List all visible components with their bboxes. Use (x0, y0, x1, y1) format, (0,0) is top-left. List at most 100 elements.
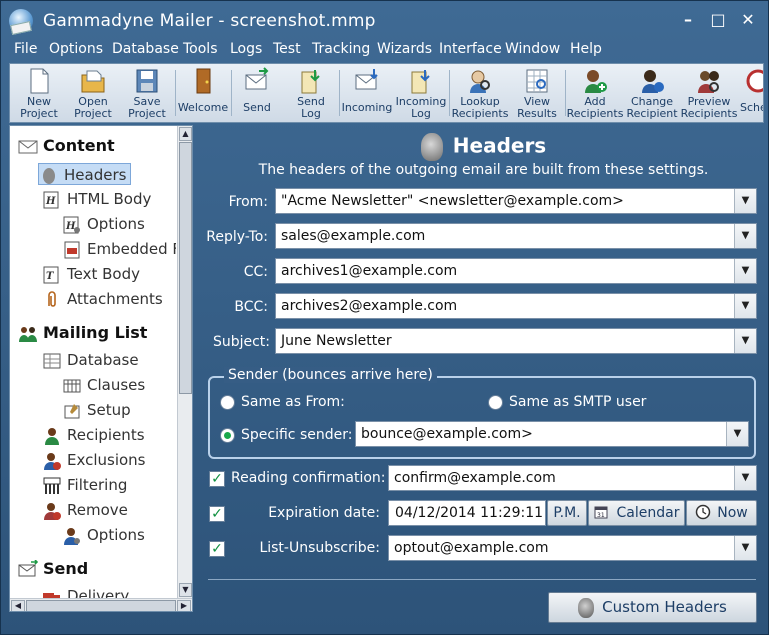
scroll-thumb[interactable] (179, 142, 192, 394)
chevron-down-icon[interactable]: ▼ (726, 422, 748, 446)
chevron-down-icon[interactable]: ▼ (734, 259, 756, 283)
tree-group-mailing-list[interactable]: Mailing List (18, 322, 147, 344)
tree-item-embedded-files[interactable]: Embedded Fi (62, 238, 176, 260)
save-project-button[interactable]: Save Project (120, 64, 174, 122)
open-project-button[interactable]: Open Project (66, 64, 120, 122)
same-as-from-label[interactable]: Same as From: (241, 394, 345, 410)
filtering-icon (43, 477, 61, 494)
calendar-icon: 31 (594, 506, 608, 519)
minimize-button[interactable]: – (677, 10, 699, 30)
schedule-button[interactable]: Sche (738, 64, 763, 122)
subject-field[interactable]: June Newsletter ▼ (275, 328, 757, 354)
chevron-down-icon[interactable]: ▼ (734, 466, 756, 490)
bcc-field[interactable]: archives2@example.com ▼ (275, 293, 757, 319)
new-project-button[interactable]: New Project (12, 64, 66, 122)
same-as-smtp-label[interactable]: Same as SMTP user (509, 394, 646, 410)
change-recipient-button[interactable]: Change Recipient (624, 64, 680, 122)
menu-help[interactable]: Help (570, 41, 602, 57)
am-pm-button[interactable]: P.M. (547, 500, 587, 526)
chevron-down-icon[interactable]: ▼ (734, 536, 756, 560)
add-recipients-button[interactable]: Add Recipients (566, 64, 624, 122)
from-field[interactable]: "Acme Newsletter" <newsletter@example.co… (275, 188, 757, 214)
list-unsubscribe-label: List-Unsubscribe: (259, 540, 380, 556)
toolbar: New Project Open Project Save Project We… (9, 63, 764, 123)
tree-item-setup[interactable]: Setup (62, 399, 131, 421)
chevron-down-icon[interactable]: ▼ (734, 224, 756, 248)
tree-item-html-options[interactable]: H Options (62, 213, 145, 235)
chevron-down-icon[interactable]: ▼ (734, 189, 756, 213)
tree-item-attachments[interactable]: Attachments (42, 288, 163, 310)
same-as-smtp-radio[interactable] (488, 395, 503, 410)
menu-test[interactable]: Test (273, 41, 301, 57)
list-unsubscribe-field[interactable]: optout@example.com ▼ (388, 535, 757, 561)
expiration-date-field[interactable]: 04/12/2014 11:29:11 (388, 500, 546, 526)
reading-confirmation-checkbox[interactable]: ✓ (209, 471, 225, 487)
menu-tracking[interactable]: Tracking (312, 41, 370, 57)
preview-recipients-button[interactable]: Preview Recipients (680, 64, 738, 122)
specific-sender-label[interactable]: Specific sender: (241, 427, 352, 443)
reading-confirmation-field[interactable]: confirm@example.com ▼ (388, 465, 757, 491)
cc-field[interactable]: archives1@example.com ▼ (275, 258, 757, 284)
tree-item-recipients[interactable]: Recipients (42, 424, 145, 446)
title-bar[interactable]: Gammadyne Mailer - screenshot.mmp – □ ✕ (1, 1, 768, 39)
now-button[interactable]: Now (686, 500, 757, 526)
incoming-log-button[interactable]: Incoming Log (394, 64, 448, 122)
envelope-icon (18, 140, 38, 153)
tree-group-send[interactable]: Send (18, 558, 88, 580)
menu-tools[interactable]: Tools (183, 41, 218, 57)
tree-item-delivery[interactable]: Delivery (42, 585, 129, 598)
list-unsubscribe-checkbox[interactable]: ✓ (209, 541, 225, 557)
expiration-date-label: Expiration date: (268, 505, 380, 521)
specific-sender-radio[interactable] (220, 428, 235, 443)
menu-window[interactable]: Window (505, 41, 560, 57)
change-recipient-icon (642, 70, 664, 93)
tree-vertical-scrollbar[interactable]: ▲ ▼ (177, 126, 192, 598)
menu-wizards[interactable]: Wizards (377, 41, 432, 57)
specific-sender-field[interactable]: bounce@example.com> ▼ (355, 421, 749, 447)
same-as-from-radio[interactable] (220, 395, 235, 410)
pane-splitter[interactable] (193, 125, 203, 612)
welcome-button[interactable]: Welcome (176, 64, 230, 122)
tree-item-exclusions[interactable]: Exclusions (42, 449, 146, 471)
menu-options[interactable]: Options (49, 41, 103, 57)
new-project-icon (30, 68, 49, 94)
remove-icon (44, 502, 61, 520)
calendar-button[interactable]: 31 Calendar (588, 500, 685, 526)
menu-file[interactable]: File (14, 41, 37, 57)
horizontal-scroll-thumb[interactable] (26, 600, 176, 611)
tree-item-headers[interactable]: Headers (38, 163, 132, 185)
send-button[interactable]: Send (232, 64, 282, 122)
scroll-left-icon[interactable]: ◀ (11, 600, 25, 611)
scroll-up-icon[interactable]: ▲ (179, 127, 192, 141)
scroll-right-icon[interactable]: ▶ (177, 600, 191, 611)
tree-item-remove[interactable]: Remove (42, 499, 128, 521)
truck-icon (43, 592, 60, 598)
view-results-button[interactable]: View Results (510, 64, 564, 122)
tree-item-list-options[interactable]: Options (62, 524, 145, 546)
chevron-down-icon[interactable]: ▼ (734, 294, 756, 318)
menu-database[interactable]: Database (112, 41, 179, 57)
tree-item-text-body[interactable]: T Text Body (42, 263, 140, 285)
menu-logs[interactable]: Logs (230, 41, 262, 57)
maximize-button[interactable]: □ (707, 10, 729, 30)
bcc-label: BCC: (234, 299, 268, 315)
expiration-date-checkbox[interactable]: ✓ (209, 506, 225, 522)
reply-to-field[interactable]: sales@example.com ▼ (275, 223, 757, 249)
tree-item-html-body[interactable]: H HTML Body (42, 188, 151, 210)
custom-headers-button[interactable]: Custom Headers (548, 592, 757, 623)
tree-item-clauses[interactable]: Clauses (62, 374, 145, 396)
incoming-log-icon (411, 70, 430, 94)
menu-interface[interactable]: Interface (439, 41, 502, 57)
tree-horizontal-scrollbar[interactable]: ◀ ▶ (10, 598, 192, 611)
database-icon (43, 353, 61, 368)
close-button[interactable]: ✕ (737, 10, 759, 30)
tree-item-filtering[interactable]: Filtering (42, 474, 127, 496)
incoming-button[interactable]: Incoming (340, 64, 394, 122)
scroll-down-icon[interactable]: ▼ (179, 583, 192, 597)
tree-group-content[interactable]: Content (18, 135, 115, 157)
recipient-icon (45, 427, 59, 445)
tree-item-database[interactable]: Database (42, 349, 139, 371)
send-log-button[interactable]: Send Log (284, 64, 338, 122)
chevron-down-icon[interactable]: ▼ (734, 329, 756, 353)
lookup-recipients-button[interactable]: Lookup Recipients (450, 64, 510, 122)
